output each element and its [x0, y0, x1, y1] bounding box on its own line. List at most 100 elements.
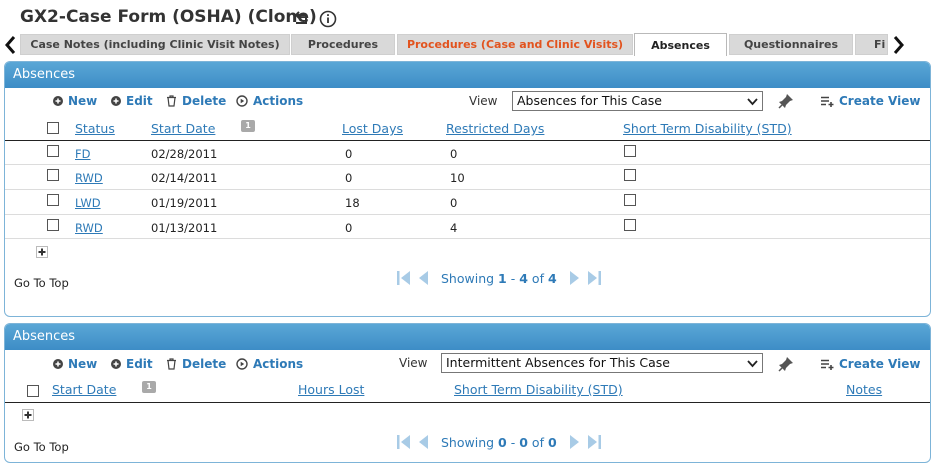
- restricted-days-cell: 4: [450, 221, 458, 235]
- row-checkbox[interactable]: [47, 194, 59, 206]
- add-row-icon[interactable]: [36, 246, 48, 258]
- plus-circle-icon: [111, 359, 121, 369]
- column-header-lost-days[interactable]: Lost Days: [342, 121, 403, 136]
- header-divider: [5, 402, 930, 403]
- row-divider: [5, 238, 930, 239]
- column-header-std[interactable]: Short Term Disability (STD): [454, 382, 623, 397]
- panel-title: Absences: [5, 324, 930, 350]
- tab-case-notes[interactable]: Case Notes (including Clinic Visit Notes…: [20, 34, 290, 55]
- lost-days-cell: 0: [345, 171, 353, 185]
- column-header-start-date[interactable]: Start Date: [151, 121, 215, 136]
- pin-icon[interactable]: [778, 93, 794, 109]
- plus-circle-icon: [111, 96, 121, 106]
- status-link[interactable]: RWD: [75, 221, 103, 235]
- tab-procedures-case-clinic[interactable]: Procedures (Case and Clinic Visits): [397, 34, 633, 55]
- lost-days-cell: 0: [345, 147, 353, 161]
- status-link[interactable]: RWD: [75, 171, 103, 185]
- sort-order-badge: 1: [142, 381, 156, 393]
- row-checkbox[interactable]: [47, 169, 59, 181]
- row-divider: [5, 164, 930, 165]
- column-header-status[interactable]: Status: [75, 121, 115, 136]
- pagination: Showing 1 - 4 of 4: [397, 270, 601, 286]
- new-button[interactable]: New: [53, 94, 97, 108]
- plus-circle-icon: [53, 96, 63, 106]
- tab-absences[interactable]: Absences: [634, 33, 727, 56]
- go-to-top-link[interactable]: Go To Top: [14, 276, 69, 290]
- lost-days-cell: 18: [345, 196, 360, 210]
- tab-questionnaires[interactable]: Questionnaires: [729, 34, 853, 55]
- pager-status: Showing 1 - 4 of 4: [441, 270, 557, 286]
- next-page-icon[interactable]: [569, 434, 581, 450]
- prev-page-icon[interactable]: [417, 434, 429, 450]
- status-link[interactable]: LWD: [75, 196, 101, 210]
- tab-scroll-right-icon[interactable]: [889, 33, 907, 57]
- trash-icon: [167, 358, 176, 370]
- column-header-notes[interactable]: Notes: [846, 382, 882, 397]
- actions-button[interactable]: Actions: [236, 94, 303, 108]
- std-checkbox[interactable]: [624, 169, 636, 181]
- prev-page-icon[interactable]: [417, 270, 429, 286]
- std-checkbox[interactable]: [624, 194, 636, 206]
- select-all-checkbox[interactable]: [47, 122, 59, 134]
- undo-arrow-icon[interactable]: [291, 9, 311, 29]
- chevron-down-icon: [747, 360, 758, 368]
- row-divider: [5, 189, 930, 190]
- last-page-icon[interactable]: [587, 434, 601, 450]
- delete-button[interactable]: Delete: [166, 94, 226, 108]
- info-icon[interactable]: [319, 10, 337, 28]
- panel-title: Absences: [5, 62, 930, 88]
- trash-icon: [167, 95, 176, 107]
- list-add-icon: [821, 96, 834, 107]
- play-circle-icon: [236, 95, 248, 107]
- restricted-days-cell: 0: [450, 147, 458, 161]
- view-label: View: [399, 356, 428, 370]
- create-view-button[interactable]: Create View: [821, 94, 920, 108]
- column-header-std[interactable]: Short Term Disability (STD): [623, 121, 792, 136]
- column-header-restricted-days[interactable]: Restricted Days: [446, 121, 544, 136]
- header-divider: [5, 140, 930, 141]
- add-row-icon[interactable]: [22, 409, 34, 421]
- view-select[interactable]: Absences for This Case: [512, 91, 763, 111]
- view-label: View: [469, 94, 498, 108]
- tab-procedures[interactable]: Procedures: [291, 34, 395, 55]
- std-checkbox[interactable]: [624, 219, 636, 231]
- actions-button[interactable]: Actions: [236, 357, 303, 371]
- create-view-button[interactable]: Create View: [821, 357, 920, 371]
- chevron-down-icon: [747, 98, 758, 106]
- new-button[interactable]: New: [53, 357, 97, 371]
- next-page-icon[interactable]: [569, 270, 581, 286]
- sort-order-badge: 1: [241, 120, 255, 132]
- row-checkbox[interactable]: [47, 145, 59, 157]
- absences-panel: Absences New Edit Delete Actions View Ab…: [4, 61, 931, 317]
- start-date-cell: 01/19/2011: [151, 196, 218, 210]
- status-link[interactable]: FD: [75, 147, 90, 161]
- restricted-days-cell: 0: [450, 196, 458, 210]
- select-all-checkbox[interactable]: [27, 385, 39, 397]
- last-page-icon[interactable]: [587, 270, 601, 286]
- row-checkbox[interactable]: [47, 219, 59, 231]
- tab-scroll-left-icon[interactable]: [2, 33, 20, 57]
- pin-icon[interactable]: [778, 356, 794, 372]
- start-date-cell: 02/14/2011: [151, 171, 218, 185]
- column-header-start-date[interactable]: Start Date: [52, 382, 116, 397]
- start-date-cell: 01/13/2011: [151, 221, 218, 235]
- go-to-top-link[interactable]: Go To Top: [14, 440, 69, 454]
- tab-fi[interactable]: Fi: [855, 34, 888, 55]
- plus-circle-icon: [53, 359, 63, 369]
- edit-button[interactable]: Edit: [111, 357, 153, 371]
- restricted-days-cell: 10: [450, 171, 465, 185]
- edit-button[interactable]: Edit: [111, 94, 153, 108]
- first-page-icon[interactable]: [397, 270, 411, 286]
- row-divider: [5, 214, 930, 215]
- first-page-icon[interactable]: [397, 434, 411, 450]
- pager-status: Showing 0 - 0 of 0: [441, 434, 557, 450]
- view-select[interactable]: Intermittent Absences for This Case: [441, 353, 763, 373]
- page-title: GX2-Case Form (OSHA) (Clone): [20, 7, 317, 27]
- play-circle-icon: [236, 358, 248, 370]
- delete-button[interactable]: Delete: [166, 357, 226, 371]
- lost-days-cell: 0: [345, 221, 353, 235]
- start-date-cell: 02/28/2011: [151, 147, 218, 161]
- column-header-hours-lost[interactable]: Hours Lost: [298, 382, 364, 397]
- std-checkbox[interactable]: [624, 145, 636, 157]
- list-add-icon: [821, 359, 834, 370]
